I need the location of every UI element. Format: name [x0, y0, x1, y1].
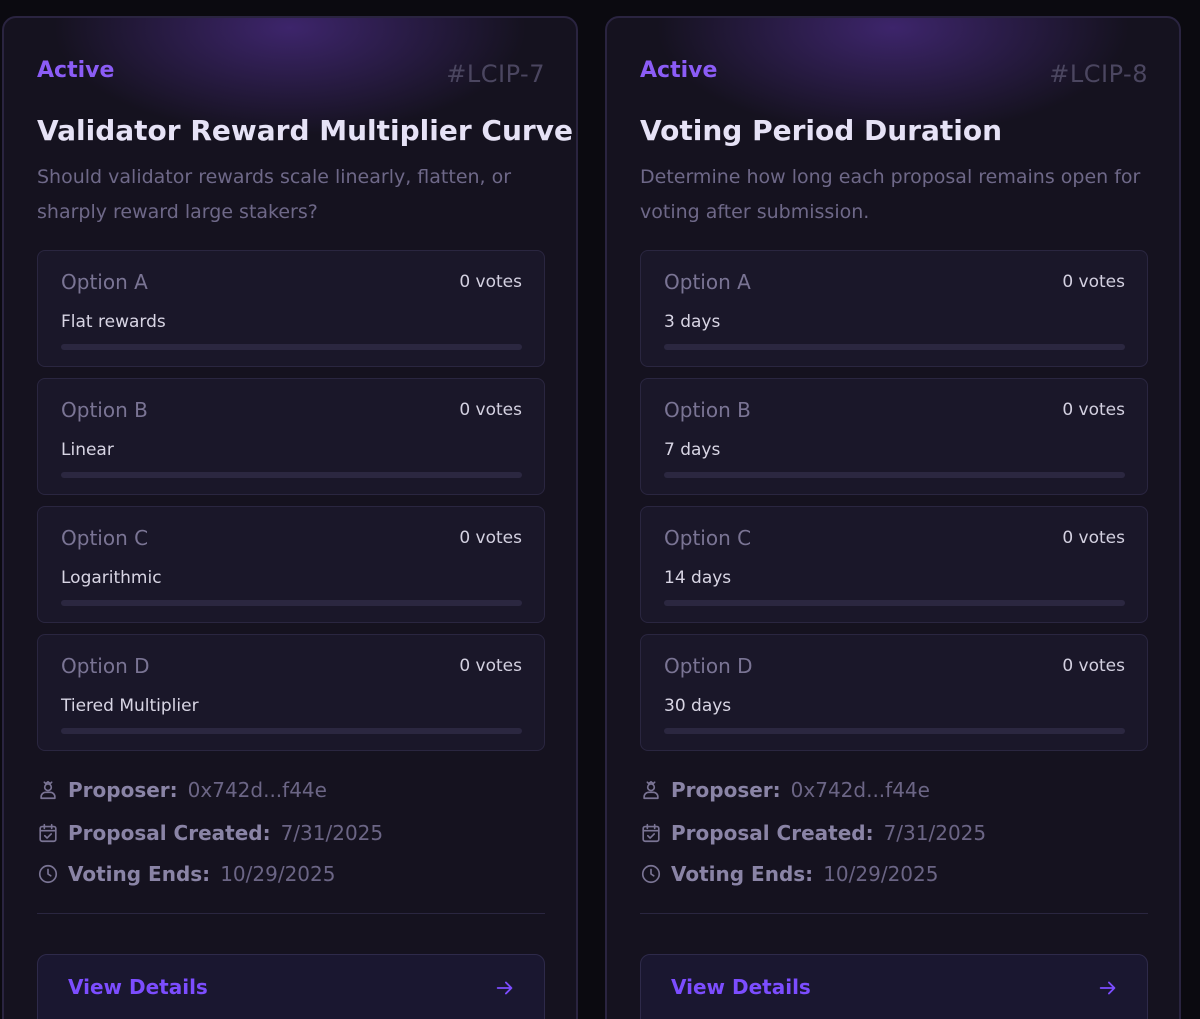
option-c[interactable]: Option C 0 votes Logarithmic [37, 506, 545, 623]
proposer-row: Proposer: 0x742d...f44e [37, 775, 327, 805]
proposal-grid: Active #LCIP-7 Validator Reward Multipli… [0, 0, 1200, 1019]
option-progress-bar [664, 600, 1125, 606]
option-text: Linear [61, 440, 114, 460]
proposal-id: #LCIP-7 [446, 60, 545, 88]
option-votes: 0 votes [1062, 656, 1125, 676]
option-votes: 0 votes [459, 656, 522, 676]
option-label: Option A [61, 270, 148, 294]
calendar-check-icon [642, 823, 660, 843]
created-date: 7/31/2025 [280, 821, 384, 845]
proposal-card: Active #LCIP-8 Voting Period Duration De… [605, 16, 1181, 1019]
clock-icon [641, 864, 661, 884]
option-text: 7 days [664, 440, 721, 460]
created-label: Proposal Created: [68, 821, 271, 845]
proposer-label: Proposer: [671, 778, 781, 802]
clock-icon [38, 864, 58, 884]
option-progress-bar [61, 600, 522, 606]
proposal-card: Active #LCIP-7 Validator Reward Multipli… [2, 16, 578, 1019]
divider [640, 913, 1148, 914]
option-b[interactable]: Option B 0 votes Linear [37, 378, 545, 495]
view-details-button[interactable]: View Details [37, 954, 545, 1019]
option-b[interactable]: Option B 0 votes 7 days [640, 378, 1148, 495]
created-date: 7/31/2025 [883, 821, 987, 845]
ends-label: Voting Ends: [68, 862, 211, 886]
option-c[interactable]: Option C 0 votes 14 days [640, 506, 1148, 623]
proposer-address: 0x742d...f44e [790, 778, 930, 802]
created-row: Proposal Created: 7/31/2025 [640, 818, 986, 848]
option-votes: 0 votes [1062, 400, 1125, 420]
ends-row: Voting Ends: 10/29/2025 [37, 859, 335, 889]
proposer-address: 0x742d...f44e [187, 778, 327, 802]
proposal-description: Should validator rewards scale linearly,… [37, 166, 512, 223]
ends-date: 10/29/2025 [823, 862, 939, 886]
created-row: Proposal Created: 7/31/2025 [37, 818, 383, 848]
option-label: Option C [664, 526, 752, 550]
ends-row: Voting Ends: 10/29/2025 [640, 859, 938, 889]
option-votes: 0 votes [459, 272, 522, 292]
option-text: Tiered Multiplier [61, 696, 199, 716]
option-text: 3 days [664, 312, 721, 332]
view-details-label: View Details [68, 975, 208, 999]
option-a[interactable]: Option A 0 votes 3 days [640, 250, 1148, 367]
proposer-row: Proposer: 0x742d...f44e [640, 775, 930, 805]
arrow-right-icon [1099, 981, 1116, 995]
proposal-title: Validator Reward Multiplier Curve [37, 114, 573, 147]
option-text: 14 days [664, 568, 732, 588]
proposal-description: Determine how long each proposal remains… [640, 166, 1141, 223]
user-icon [40, 780, 56, 800]
option-text: Logarithmic [61, 568, 162, 588]
proposal-id: #LCIP-8 [1049, 60, 1148, 88]
option-votes: 0 votes [459, 528, 522, 548]
option-progress-bar [664, 344, 1125, 350]
option-text: 30 days [664, 696, 732, 716]
view-details-label: View Details [671, 975, 811, 999]
option-label: Option D [61, 654, 150, 678]
option-a[interactable]: Option A 0 votes Flat rewards [37, 250, 545, 367]
created-label: Proposal Created: [671, 821, 874, 845]
ends-date: 10/29/2025 [220, 862, 336, 886]
arrow-right-icon [496, 981, 513, 995]
option-votes: 0 votes [459, 400, 522, 420]
option-label: Option B [61, 398, 148, 422]
divider [37, 913, 545, 914]
option-votes: 0 votes [1062, 528, 1125, 548]
calendar-check-icon [39, 823, 57, 843]
proposal-title: Voting Period Duration [640, 114, 1003, 147]
view-details-button[interactable]: View Details [640, 954, 1148, 1019]
status-badge: Active [640, 58, 718, 83]
option-progress-bar [61, 472, 522, 478]
option-text: Flat rewards [61, 312, 166, 332]
option-label: Option D [664, 654, 753, 678]
option-d[interactable]: Option D 0 votes Tiered Multiplier [37, 634, 545, 751]
option-label: Option B [664, 398, 751, 422]
user-icon [643, 780, 659, 800]
status-badge: Active [37, 58, 115, 83]
ends-label: Voting Ends: [671, 862, 814, 886]
option-progress-bar [61, 344, 522, 350]
option-label: Option A [664, 270, 751, 294]
proposer-label: Proposer: [68, 778, 178, 802]
option-label: Option C [61, 526, 149, 550]
option-progress-bar [664, 472, 1125, 478]
option-progress-bar [664, 728, 1125, 734]
option-progress-bar [61, 728, 522, 734]
option-votes: 0 votes [1062, 272, 1125, 292]
option-d[interactable]: Option D 0 votes 30 days [640, 634, 1148, 751]
